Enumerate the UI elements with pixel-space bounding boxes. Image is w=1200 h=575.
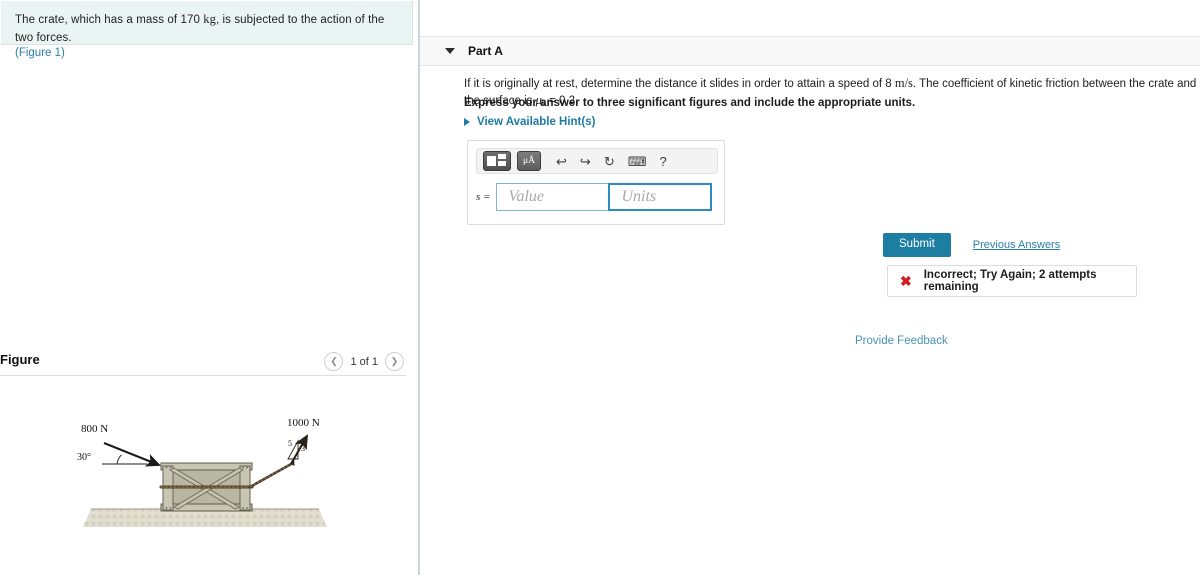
- figure-label-tri-horiz: 4: [291, 459, 295, 468]
- figure-label-force-right: 1000 N: [287, 417, 320, 429]
- feedback-message: Incorrect; Try Again; 2 attempts remaini…: [923, 269, 1097, 293]
- question-text-a: If it is originally at rest, determine t…: [464, 78, 895, 90]
- figure-label-angle-left: 30°: [77, 452, 91, 463]
- figure-label-tri-vert: 3: [301, 444, 305, 453]
- express-instruction: Express your answer to three significant…: [464, 97, 916, 109]
- left-panel: The crate, which has a mass of 170 kg, i…: [0, 0, 418, 575]
- figure-divider: [0, 375, 406, 376]
- previous-answers-link[interactable]: Previous Answers: [973, 239, 1060, 251]
- view-hints-label: View Available Hint(s): [477, 116, 596, 128]
- figure-title: Figure: [0, 352, 40, 367]
- answer-widget: μÅ ↩ ↪ ↻ ⌨ ? s = Value Units: [467, 140, 725, 225]
- figure-illustration: 800 N 30° 1000 N 5 3 4: [77, 417, 327, 527]
- page-root: The crate, which has a mass of 170 kg, i…: [0, 0, 1200, 575]
- help-icon[interactable]: ?: [659, 155, 666, 168]
- chevron-right-icon: ❯: [390, 356, 399, 366]
- x-mark-icon: ✖: [900, 273, 912, 289]
- mass-unit: kg: [203, 12, 216, 26]
- figure-label-force-left: 800 N: [81, 423, 108, 435]
- problem-statement: The crate, which has a mass of 170 kg, i…: [1, 1, 413, 59]
- math-toolbar: μÅ ↩ ↪ ↻ ⌨ ?: [476, 148, 718, 174]
- figure-link[interactable]: (Figure 1): [15, 47, 398, 59]
- figure-label-tri-hyp: 5: [288, 439, 292, 448]
- redo-icon[interactable]: ↪: [580, 155, 591, 168]
- reset-icon[interactable]: ↻: [604, 155, 615, 168]
- speed-unit: m/s: [894, 76, 913, 90]
- feedback-banner: ✖ Incorrect; Try Again; 2 attempts remai…: [887, 265, 1137, 297]
- value-input[interactable]: Value: [496, 183, 610, 211]
- chevron-left-icon: ❮: [330, 356, 338, 366]
- template-icon[interactable]: [483, 151, 511, 171]
- view-hints-link[interactable]: View Available Hint(s): [464, 116, 595, 128]
- keyboard-icon[interactable]: ⌨: [628, 155, 647, 168]
- right-panel: Part A If it is originally at rest, dete…: [420, 0, 1200, 575]
- caret-down-icon[interactable]: [445, 48, 455, 54]
- problem-text: The crate, which has a mass of 170 kg, i…: [15, 12, 384, 44]
- undo-icon[interactable]: ↩: [556, 155, 567, 168]
- figure-page-count: 1 of 1: [350, 355, 378, 368]
- provide-feedback-link[interactable]: Provide Feedback: [855, 335, 948, 347]
- figure-next-button[interactable]: ❯: [385, 352, 404, 371]
- figure-nav: ❮ 1 of 1 ❯: [324, 352, 404, 371]
- submit-row: Submit Previous Answers: [883, 233, 1060, 257]
- submit-button[interactable]: Submit: [883, 233, 951, 257]
- part-a-label: Part A: [468, 44, 503, 58]
- units-mu-angstrom-icon[interactable]: μÅ: [517, 151, 541, 171]
- caret-right-icon: [464, 118, 470, 126]
- part-a-header[interactable]: Part A: [420, 36, 1200, 66]
- units-input[interactable]: Units: [608, 183, 713, 211]
- figure-prev-button[interactable]: ❮: [324, 352, 344, 371]
- variable-label: s =: [476, 191, 491, 203]
- problem-text-before: The crate, which has a mass of 170: [15, 14, 204, 26]
- answer-row: s = Value Units: [476, 183, 713, 211]
